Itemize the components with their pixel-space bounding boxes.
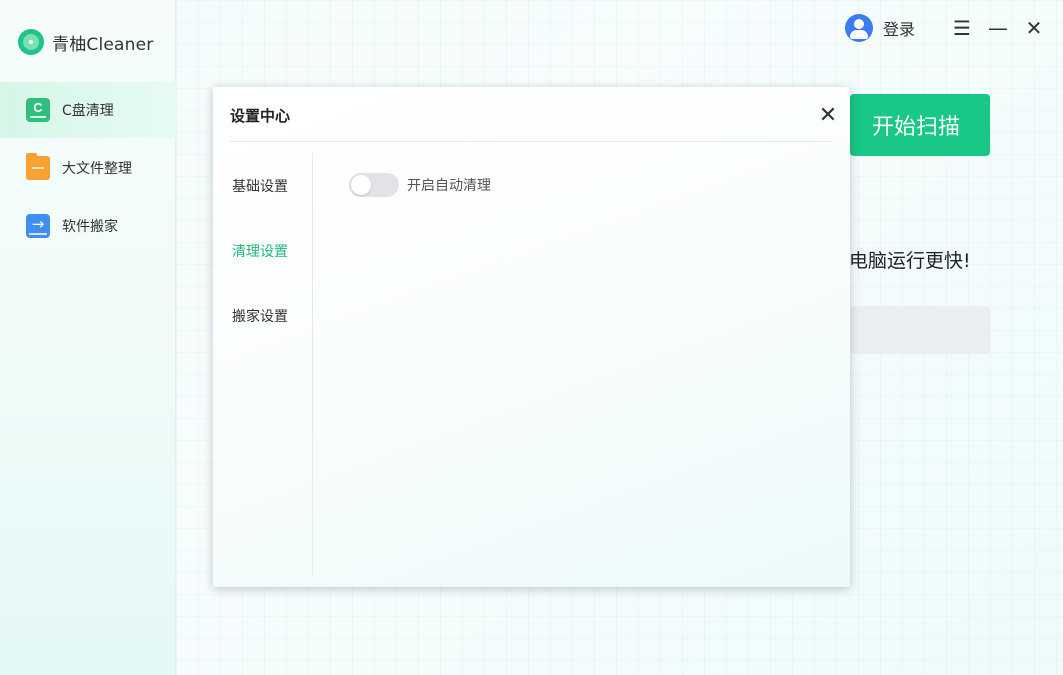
auto-clean-toggle[interactable] <box>349 172 399 197</box>
scan-progress-track <box>850 306 990 354</box>
sidebar: 青柚Cleaner C盘清理 大文件整理 软件搬家 <box>0 0 176 675</box>
tagline: 电脑运行更快! <box>849 250 971 272</box>
sidebar-item-label: C盘清理 <box>62 103 114 119</box>
user-avatar-icon[interactable] <box>844 14 873 42</box>
brand-name: 青柚Cleaner <box>52 34 154 55</box>
sidebar-item-software-move[interactable]: 软件搬家 <box>0 198 176 254</box>
dialog-divider <box>230 141 832 142</box>
settings-nav: 基础设置 清理设置 搬家设置 <box>213 153 312 348</box>
titlebar: 登录 ☰ — ✕ <box>844 14 1045 42</box>
sidebar-item-label: 大文件整理 <box>62 161 132 177</box>
sidebar-nav: C盘清理 大文件整理 软件搬家 <box>0 82 176 256</box>
settings-dialog: 设置中心 ✕ 基础设置 清理设置 搬家设置 开启自动清理 <box>213 87 850 587</box>
lime-logo-icon <box>18 29 44 55</box>
sidebar-item-c-drive-clean[interactable]: C盘清理 <box>0 82 176 138</box>
menu-icon[interactable]: ☰ <box>951 16 973 40</box>
sidebar-item-large-files[interactable]: 大文件整理 <box>0 140 176 196</box>
dialog-close-icon[interactable]: ✕ <box>816 103 840 128</box>
tab-basic-settings[interactable]: 基础设置 <box>213 153 312 218</box>
tab-move-settings[interactable]: 搬家设置 <box>213 283 312 348</box>
sidebar-item-label: 软件搬家 <box>62 219 118 235</box>
login-link[interactable]: 登录 <box>883 16 915 40</box>
move-icon <box>26 214 50 238</box>
tab-clean-settings[interactable]: 清理设置 <box>213 218 312 283</box>
brand: 青柚Cleaner <box>18 28 154 56</box>
close-icon[interactable]: ✕ <box>1023 16 1045 40</box>
app-window: 青柚Cleaner C盘清理 大文件整理 软件搬家 登录 ☰ — ✕ 开始扫 <box>0 0 1063 675</box>
start-scan-button[interactable]: 开始扫描 <box>850 94 990 156</box>
c-drive-icon <box>26 98 50 122</box>
minimize-icon[interactable]: — <box>987 16 1009 40</box>
dialog-title: 设置中心 <box>230 107 291 125</box>
auto-clean-label: 开启自动清理 <box>407 177 491 194</box>
settings-nav-divider <box>312 153 313 577</box>
auto-clean-setting: 开启自动清理 <box>349 172 491 197</box>
toggle-knob <box>351 174 371 195</box>
folder-icon <box>26 153 50 180</box>
